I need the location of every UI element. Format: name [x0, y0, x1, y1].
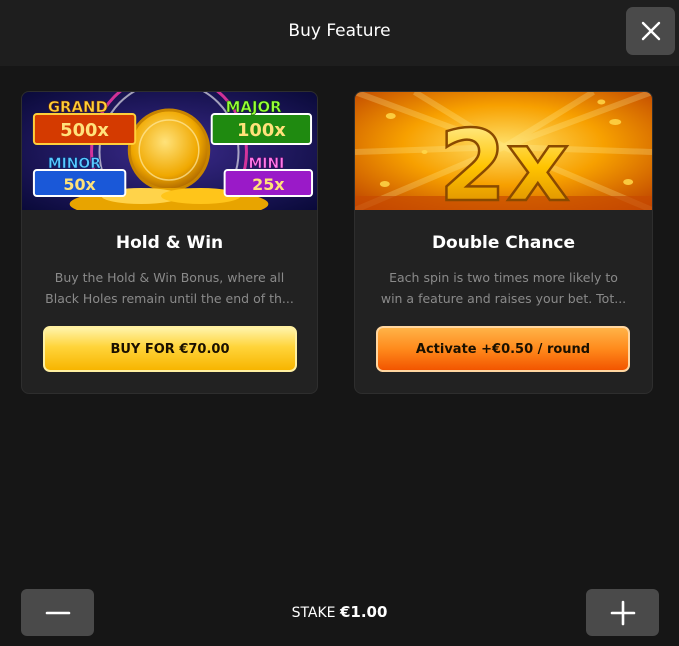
jackpot-grand-label: GRAND [48, 98, 108, 116]
buy-hold-and-win-button[interactable]: BUY FOR €70.00 [43, 326, 297, 372]
increase-stake-button[interactable] [586, 589, 659, 636]
jackpot-mini-label: MINI [248, 156, 284, 172]
jackpot-mini-value: 25x [252, 175, 285, 194]
stake-label: STAKE [291, 605, 336, 621]
jackpot-minor-label: MINOR [48, 156, 101, 172]
jackpot-grand-value: 500x [60, 120, 109, 141]
double-chance-title: Double Chance [431, 233, 576, 253]
double-chance-description: Each spin is two times more likely to wi… [377, 267, 630, 309]
header-bar: Buy Feature [0, 0, 679, 66]
hold-and-win-card: GRAND 500x MAJOR 100x MINOR 50x MINI 25x… [21, 91, 318, 394]
hold-and-win-description: Buy the Hold & Win Bonus, where all Blac… [44, 267, 295, 309]
plus-icon [610, 600, 635, 625]
page-title: Buy Feature [288, 21, 391, 41]
double-chance-card: 2x Double Chance Each spin is two times … [354, 91, 653, 394]
description-line: Black Holes remain until the end of th..… [45, 291, 294, 306]
hold-and-win-title: Hold & Win [115, 233, 224, 253]
hold-and-win-image: GRAND 500x MAJOR 100x MINOR 50x MINI 25x [22, 92, 317, 210]
description-line: win a feature and raises your bet. Tot..… [380, 291, 627, 306]
stake-display: STAKE €1.00 [0, 603, 679, 621]
close-icon [641, 21, 660, 41]
jackpot-minor-value: 50x [63, 175, 96, 194]
description-line: Each spin is two times more likely to [389, 270, 618, 285]
double-chance-2x-text: 2x [439, 110, 570, 210]
description-line: Buy the Hold & Win Bonus, where all [54, 270, 285, 285]
close-button[interactable] [626, 7, 675, 55]
stake-value: €1.00 [339, 603, 388, 621]
double-chance-image: 2x [355, 92, 652, 210]
activate-double-chance-button[interactable]: Activate +€0.50 / round [376, 326, 630, 372]
jackpot-major-value: 100x [237, 120, 286, 141]
jackpot-major-label: MAJOR [226, 98, 282, 116]
